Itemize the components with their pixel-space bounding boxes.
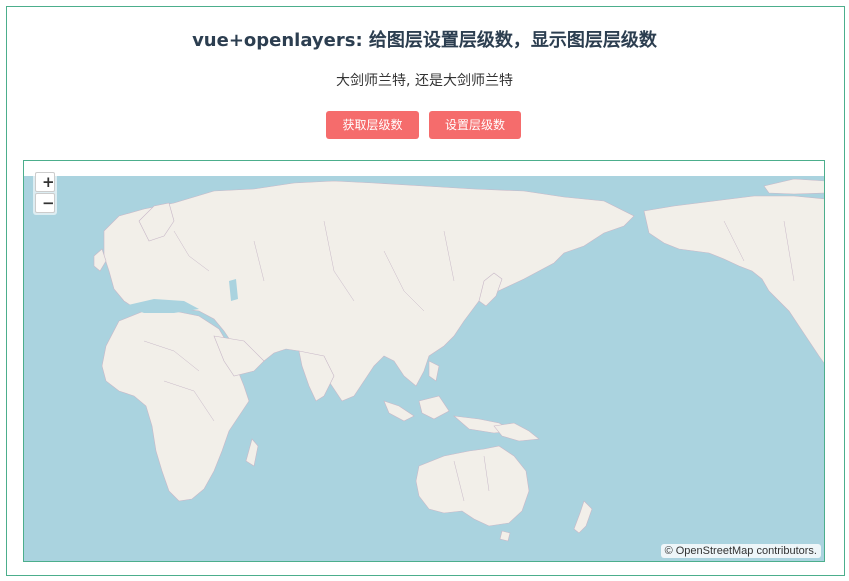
map-view[interactable]: + − © OpenStreetMap contributors. xyxy=(23,160,825,562)
attribution-suffix: contributors. xyxy=(753,545,817,557)
page-subtitle: 大剑师兰特, 还是大剑师兰特 xyxy=(336,73,513,89)
openstreetmap-link[interactable]: OpenStreetMap xyxy=(676,545,754,557)
copyright-symbol: © xyxy=(664,545,673,557)
world-map-tiles xyxy=(24,161,824,561)
map-attribution: © OpenStreetMap contributors. xyxy=(660,544,821,558)
get-level-button[interactable]: 获取层级数 xyxy=(326,111,419,139)
page-title: vue+openlayers: 给图层设置层级数，显示图层层级数 xyxy=(192,30,657,51)
zoom-control: + − xyxy=(33,170,57,215)
zoom-out-button[interactable]: − xyxy=(35,193,55,213)
set-level-button[interactable]: 设置层级数 xyxy=(429,111,521,139)
zoom-in-button[interactable]: + xyxy=(35,172,55,192)
